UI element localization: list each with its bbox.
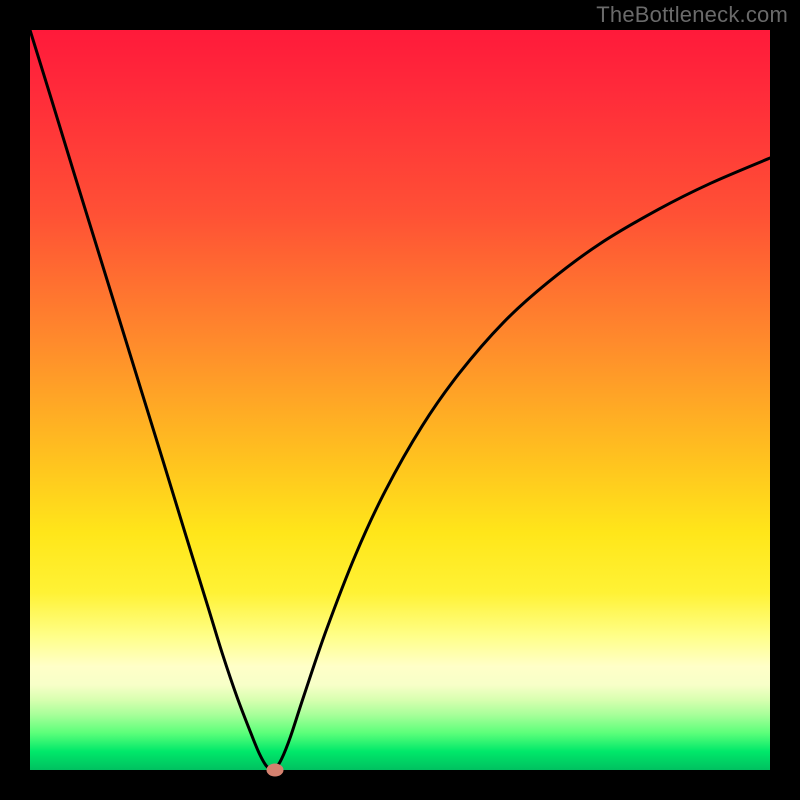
- watermark-text: TheBottleneck.com: [596, 2, 788, 28]
- minimum-marker: [266, 764, 283, 777]
- chart-area: [30, 30, 770, 770]
- bottleneck-curve: [30, 30, 770, 770]
